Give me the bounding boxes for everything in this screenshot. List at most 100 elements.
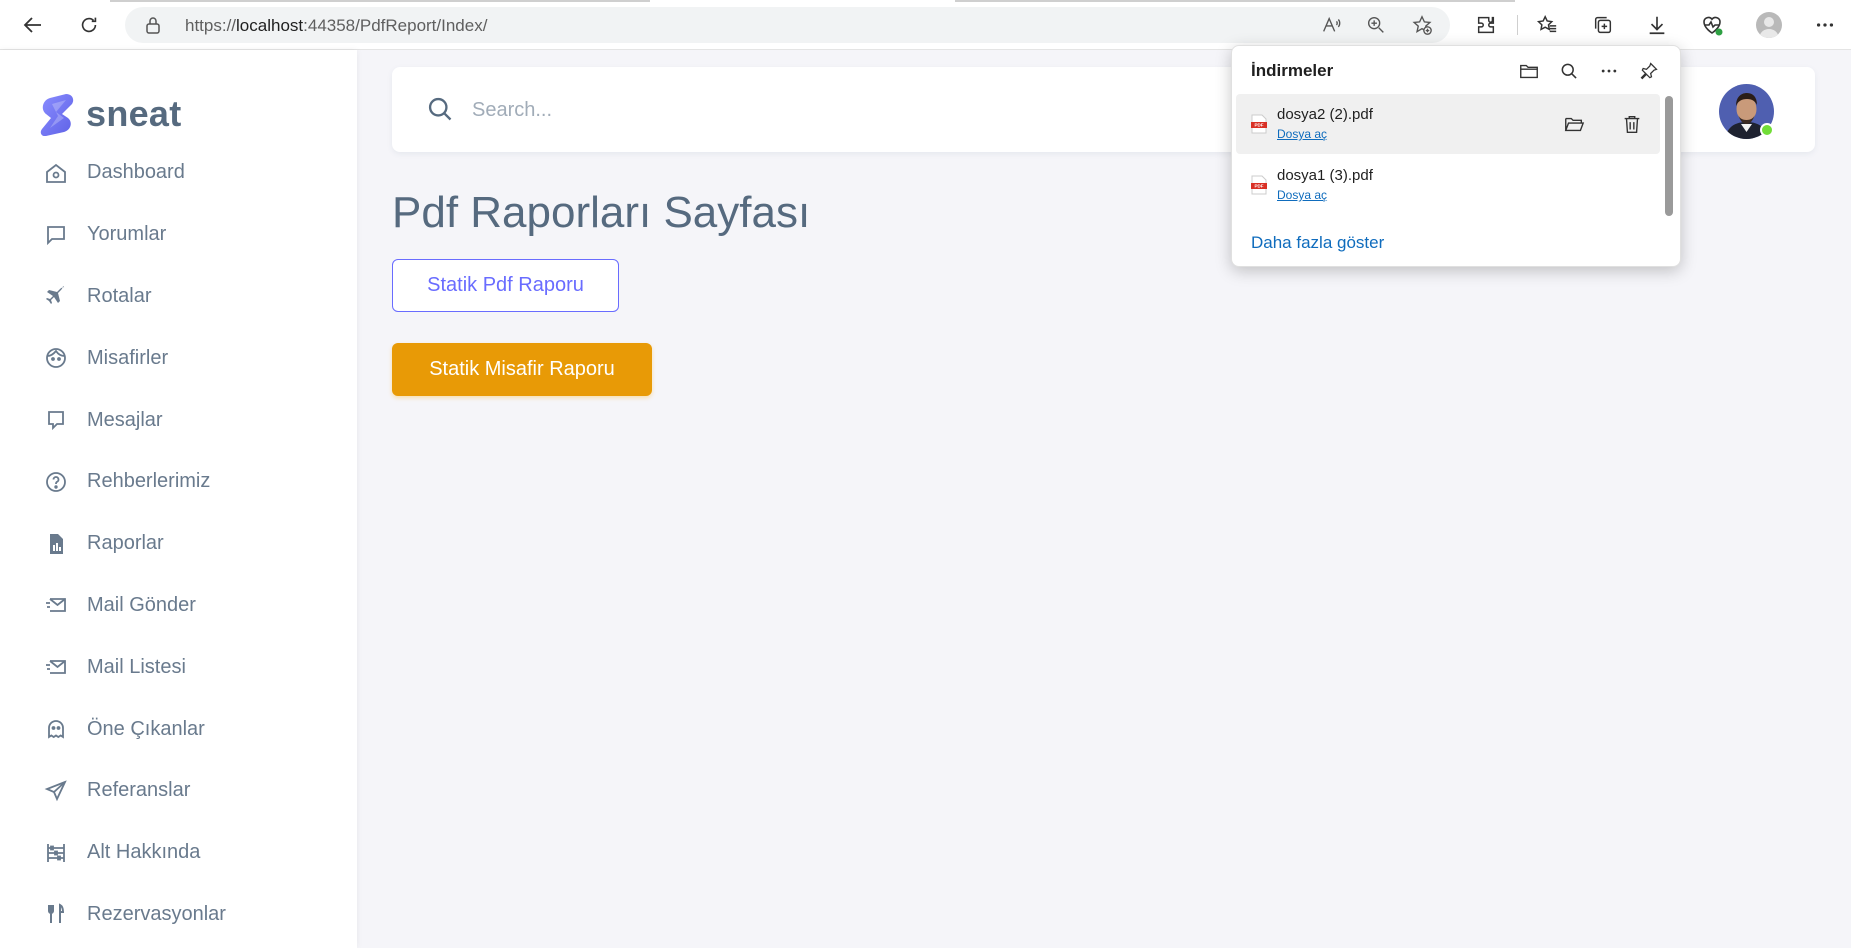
back-button[interactable] [18,10,48,40]
sidebar-item-label: Raporlar [87,532,164,555]
sidebar: sneat Dashboard Yorumlar Rotalar Misafir… [0,50,357,948]
restaurant-icon [43,901,69,927]
pdf-file-icon: PDF [1251,114,1267,134]
sidebar-item-misafirler[interactable]: Misafirler [0,327,357,389]
sidebar-item-referanslar[interactable]: Referanslar [0,760,357,822]
sidebar-item-label: Rezervasyonlar [87,902,226,925]
face-icon [43,345,69,371]
downloads-scrollbar[interactable] [1665,96,1673,216]
favorites-button[interactable] [1534,12,1560,38]
sidebar-item-mail-listesi[interactable]: Mail Listesi [0,636,357,698]
sidebar-item-label: Dashboard [87,161,185,184]
sidebar-item-label: Mail Gönder [87,593,196,616]
online-status-dot [1760,123,1774,137]
sidebar-item-rehberlerimiz[interactable]: Rehberlerimiz [0,451,357,513]
send-icon [43,778,69,804]
puzzle-icon [1477,16,1495,34]
downloads-button[interactable] [1644,12,1670,38]
downloads-more-options-button[interactable] [1596,58,1622,84]
heart-pulse-icon [1703,16,1723,36]
plane-icon [43,283,69,309]
favorites-icon [1536,15,1557,33]
more-horizontal-icon [1601,69,1617,73]
pin-icon [1640,62,1658,80]
svg-text:PDF: PDF [1255,123,1264,128]
sidebar-item-label: Misafirler [87,346,169,369]
person-icon [1759,17,1779,38]
zoom-icon[interactable] [1365,14,1387,36]
trash-icon [1624,115,1640,133]
sidebar-item-yorumlar[interactable]: Yorumlar [0,204,357,266]
help-circle-icon [43,469,69,495]
sidebar-item-raporlar[interactable]: Raporlar [0,513,357,575]
lock-icon [146,17,160,34]
show-more-downloads-link[interactable]: Daha fazla göster [1251,233,1384,253]
ghost-icon [43,716,69,742]
sidebar-menu: Dashboard Yorumlar Rotalar Misafirler Me… [0,142,357,945]
download-icon [1649,16,1665,35]
download-filename: dosya1 (3).pdf [1277,167,1373,184]
sidebar-item-dashboard[interactable]: Dashboard [0,142,357,204]
search-input[interactable] [472,92,972,128]
open-file-link[interactable]: Dosya aç [1277,188,1327,202]
more-horizontal-icon [1816,23,1834,27]
search-downloads-button[interactable] [1556,58,1582,84]
page-title: Pdf Raporları Sayfası [392,188,811,237]
downloads-title: İndirmeler [1251,61,1334,80]
show-in-folder-button[interactable] [1561,111,1587,137]
report-file-icon [43,531,69,557]
pin-downloads-button[interactable] [1636,58,1662,84]
sidebar-item-label: Mesajlar [87,408,163,431]
collections-button[interactable] [1590,12,1616,38]
sidebar-item-label: Yorumlar [87,223,167,246]
settings-menu-button[interactable] [1812,12,1838,38]
sidebar-item-label: Referanslar [87,779,191,802]
user-avatar[interactable] [1719,84,1774,139]
sidebar-item-one-cikanlar[interactable]: Öne Çıkanlar [0,698,357,760]
browser-essentials-button[interactable] [1699,12,1725,38]
add-favorite-icon[interactable] [1411,14,1433,36]
sneat-logo-icon [40,94,74,136]
comment-icon [43,222,69,248]
read-aloud-icon[interactable] [1320,14,1342,36]
tab-strip-edge [955,0,1515,2]
downloads-panel: İndirmeler PDF dosya2 (2).pdf Dosya aç P… [1231,45,1681,267]
arrow-left-icon [23,17,41,33]
brand-logo[interactable]: sneat [40,92,182,136]
sidebar-item-label: Öne Çıkanlar [87,717,205,740]
brand-name: sneat [86,93,182,134]
sidebar-item-rotalar[interactable]: Rotalar [0,266,357,328]
download-item[interactable]: PDF dosya2 (2).pdf Dosya aç [1236,94,1660,154]
tab-strip-edge [110,0,650,2]
open-file-link[interactable]: Dosya aç [1277,127,1327,141]
folder-icon [1520,64,1538,79]
sidebar-item-rezervasyonlar[interactable]: Rezervasyonlar [0,884,357,946]
sidebar-item-alt-hakkinda[interactable]: Alt Hakkında [0,822,357,884]
sidebar-item-mail-gonder[interactable]: Mail Gönder [0,575,357,637]
sidebar-item-label: Mail Listesi [87,655,186,678]
static-guest-report-button[interactable]: Statik Misafir Raporu [392,343,652,396]
url-text: https://localhost:44358/PdfReport/Index/ [185,16,488,35]
refresh-button[interactable] [74,10,104,40]
sidebar-item-label: Rehberlerimiz [87,470,211,493]
message-icon [43,407,69,433]
address-bar[interactable]: https://localhost:44358/PdfReport/Index/ [125,7,1450,43]
static-pdf-report-button[interactable]: Statik Pdf Raporu [392,259,619,312]
delete-download-button[interactable] [1619,111,1645,137]
extensions-button[interactable] [1473,12,1499,38]
mail-send-icon [43,592,69,618]
download-item[interactable]: PDF dosya1 (3).pdf Dosya aç [1236,155,1660,215]
refresh-icon [81,17,97,33]
folder-open-icon [1564,117,1585,132]
open-downloads-folder-button[interactable] [1516,58,1542,84]
download-filename: dosya2 (2).pdf [1277,106,1373,123]
sidebar-item-mesajlar[interactable]: Mesajlar [0,389,357,451]
profile-avatar[interactable] [1756,12,1782,38]
search-icon [428,97,452,121]
search-icon [1561,63,1577,79]
sidebar-item-label: Alt Hakkında [87,841,201,864]
browser-toolbar: https://localhost:44358/PdfReport/Index/ [0,0,1851,50]
svg-text:PDF: PDF [1255,184,1264,189]
toolbar-separator [1517,15,1518,35]
pdf-file-icon: PDF [1251,175,1267,195]
